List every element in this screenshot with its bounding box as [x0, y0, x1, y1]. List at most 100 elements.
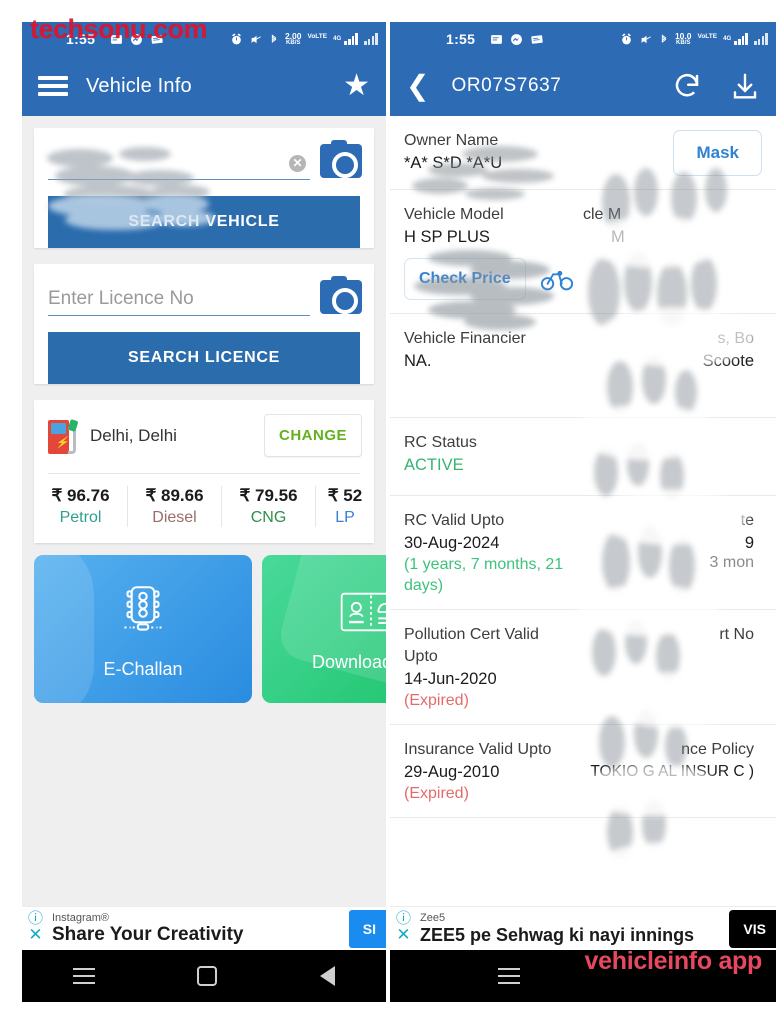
bluetooth-icon	[271, 33, 277, 43]
app-bar-left: Vehicle Info ★	[22, 56, 386, 116]
tile-e-challan[interactable]: E-Challan	[34, 555, 252, 703]
fuel-price-row: ₹ 96.76 Petrol ₹ 89.66 Diesel ₹ 79.56 CN…	[34, 474, 374, 543]
fuel-price-value: ₹ 52	[327, 486, 363, 505]
licence-number-input[interactable]: Enter Licence No	[48, 288, 310, 316]
signal-bars-2	[754, 33, 768, 45]
ad-marks: ⓘ ✕	[28, 911, 43, 943]
fuel-price-card: ⚡ Delhi, Delhi CHANGE ₹ 96.76 Petrol ₹ 8…	[34, 400, 374, 543]
detail-row-vehicle-model: Vehicle Model H SP PLUS Check Price cle …	[390, 190, 776, 314]
detail-right-label: cle M	[583, 206, 622, 223]
check-price-row: Check Price	[404, 248, 575, 300]
recents-icon[interactable]	[73, 968, 96, 984]
id-card-icon	[340, 592, 386, 631]
site-watermark: techsonu.com	[30, 14, 208, 44]
recents-icon[interactable]	[498, 968, 520, 984]
fuel-cell-cng: ₹ 79.56 CNG	[222, 486, 316, 527]
detail-value: *A* S*D *A*U	[404, 154, 503, 172]
fuel-type-label: CNG	[250, 509, 287, 526]
detail-label: RC Status	[404, 434, 477, 451]
mask-button[interactable]: Mask	[673, 130, 762, 176]
detail-right-value: 9	[744, 534, 754, 552]
info-icon[interactable]: ⓘ	[28, 911, 43, 926]
detail-value: NA.	[404, 352, 432, 370]
vehicle-detail-list: Owner Name *A* S*D *A*U Mask Vehicle Mod…	[390, 116, 776, 818]
detail-row-pollution: Pollution Cert Valid Upto 14-Jun-2020 (E…	[390, 610, 776, 725]
alarm-icon	[232, 33, 241, 44]
detail-left-col: Vehicle Model H SP PLUS Check Price	[404, 204, 583, 300]
right-phone-panel: 1:55 10.0 KB/S VoLTE 4G ❮ OR07S7637 Owne…	[390, 0, 776, 1024]
android-nav-bar-left	[22, 950, 386, 1002]
vehicle-number-input[interactable]: ✕	[48, 152, 310, 180]
detail-label: Vehicle Financier	[404, 330, 526, 347]
hamburger-icon[interactable]	[38, 76, 68, 96]
detail-right-value: Scoote	[702, 352, 754, 370]
close-icon[interactable]: ✕	[396, 926, 410, 943]
home-icon[interactable]	[197, 966, 218, 986]
page-title: Vehicle Info	[86, 74, 192, 97]
fuel-cell-diesel: ₹ 89.66 Diesel	[128, 486, 222, 527]
detail-value: H SP PLUS	[404, 228, 490, 246]
ad-title: Share Your Creativity	[52, 923, 244, 945]
detail-label: Owner Name	[404, 132, 499, 149]
licence-input-placeholder: Enter Licence No	[48, 288, 194, 309]
left-content-scroll[interactable]: ✕ SEARCH VEHICLE Enter Licence No SEARCH…	[22, 116, 386, 1002]
detail-label: RC Valid Upto	[404, 512, 505, 529]
left-phone-screen: 1:55 2.00 KB/S VoLTE 4G Vehicle Info ★ ✕…	[22, 22, 386, 1002]
fuel-header-row: ⚡ Delhi, Delhi CHANGE	[34, 400, 374, 469]
check-price-button[interactable]: Check Price	[404, 258, 526, 300]
camera-icon[interactable]	[320, 140, 362, 178]
back-arrow-icon[interactable]: ❮	[406, 72, 429, 100]
detail-label: Vehicle Model	[404, 206, 504, 223]
tile-downloaded-rc[interactable]: Downloaded R	[262, 555, 386, 703]
ad-banner-right[interactable]: ⓘ ✕ Zee5 ZEE5 pe Sehwag ki nayi innings …	[390, 906, 776, 950]
detail-right-sub: 3 mon	[709, 554, 754, 571]
camera-icon[interactable]	[320, 276, 362, 314]
ad-brand: Instagram®	[52, 911, 110, 924]
clear-x-icon[interactable]: ✕	[289, 155, 306, 172]
detail-right-col: nce Policy TOKIO G AL INSUR C )	[583, 739, 762, 804]
search-vehicle-button[interactable]: SEARCH VEHICLE	[48, 196, 360, 248]
ad-text-block: Instagram® Share Your Creativity	[52, 912, 243, 946]
back-icon[interactable]	[319, 966, 335, 986]
fuel-cell-petrol: ₹ 96.76 Petrol	[34, 486, 128, 527]
ad-title: ZEE5 pe Sehwag ki nayi innings	[420, 924, 695, 945]
ad-cta-button[interactable]: SI	[348, 909, 386, 948]
sms-icon	[491, 34, 503, 44]
ad-banner-left[interactable]: ⓘ ✕ Instagram® Share Your Creativity SI	[22, 906, 386, 950]
detail-left-col: RC Status ACTIVE	[404, 432, 762, 482]
app-bar-right: ❮ OR07S7637	[390, 56, 776, 116]
download-icon[interactable]	[730, 71, 760, 101]
bicycle-icon	[540, 270, 573, 291]
detail-right-col: cle M M	[583, 204, 762, 300]
info-icon[interactable]: ⓘ	[396, 911, 411, 926]
search-licence-button[interactable]: SEARCH LICENCE	[48, 332, 360, 384]
signal-bars-1	[344, 33, 359, 45]
screenshot-stage: 1:55 2.00 KB/S VoLTE 4G Vehicle Info ★ ✕…	[0, 0, 776, 1024]
close-icon[interactable]: ✕	[28, 926, 42, 943]
volte-indicator: VoLTE	[307, 32, 328, 40]
detail-row-rc-valid: RC Valid Upto 30-Aug-2024 (1 years, 7 mo…	[390, 496, 776, 610]
star-icon[interactable]: ★	[343, 71, 370, 101]
detail-value: 29-Aug-2010	[404, 763, 500, 781]
tile-label: Downloaded R	[311, 651, 386, 672]
detail-right-label: rt No	[719, 626, 754, 643]
right-phone-screen: 1:55 10.0 KB/S VoLTE 4G ❮ OR07S7637 Owne…	[390, 22, 776, 1002]
detail-left-col: Vehicle Financier NA.	[404, 328, 583, 404]
detail-row-rc-status: RC Status ACTIVE	[390, 418, 776, 496]
net-speed-indicator: 10.0 KB/S	[674, 30, 692, 47]
traffic-light-icon	[124, 585, 162, 631]
detail-right-label: s, Bo	[717, 330, 754, 347]
fuel-price-value: ₹ 89.66	[145, 486, 204, 505]
status-notification-icons	[490, 33, 544, 46]
fuel-price-value: ₹ 96.76	[51, 486, 110, 505]
detail-label: Pollution Cert Valid Upto	[404, 626, 539, 665]
left-phone-panel: 1:55 2.00 KB/S VoLTE 4G Vehicle Info ★ ✕…	[0, 0, 386, 1024]
ad-cta-button[interactable]: VIS	[729, 909, 776, 948]
detail-left-col: Pollution Cert Valid Upto 14-Jun-2020 (E…	[404, 624, 583, 711]
change-city-button[interactable]: CHANGE	[263, 414, 362, 457]
vehicle-search-card: ✕ SEARCH VEHICLE	[34, 128, 374, 248]
app-watermark: vehicleinfo app	[584, 947, 763, 975]
alarm-icon	[622, 33, 631, 44]
refresh-icon[interactable]	[672, 71, 702, 101]
volte-indicator: VoLTE	[697, 32, 718, 40]
